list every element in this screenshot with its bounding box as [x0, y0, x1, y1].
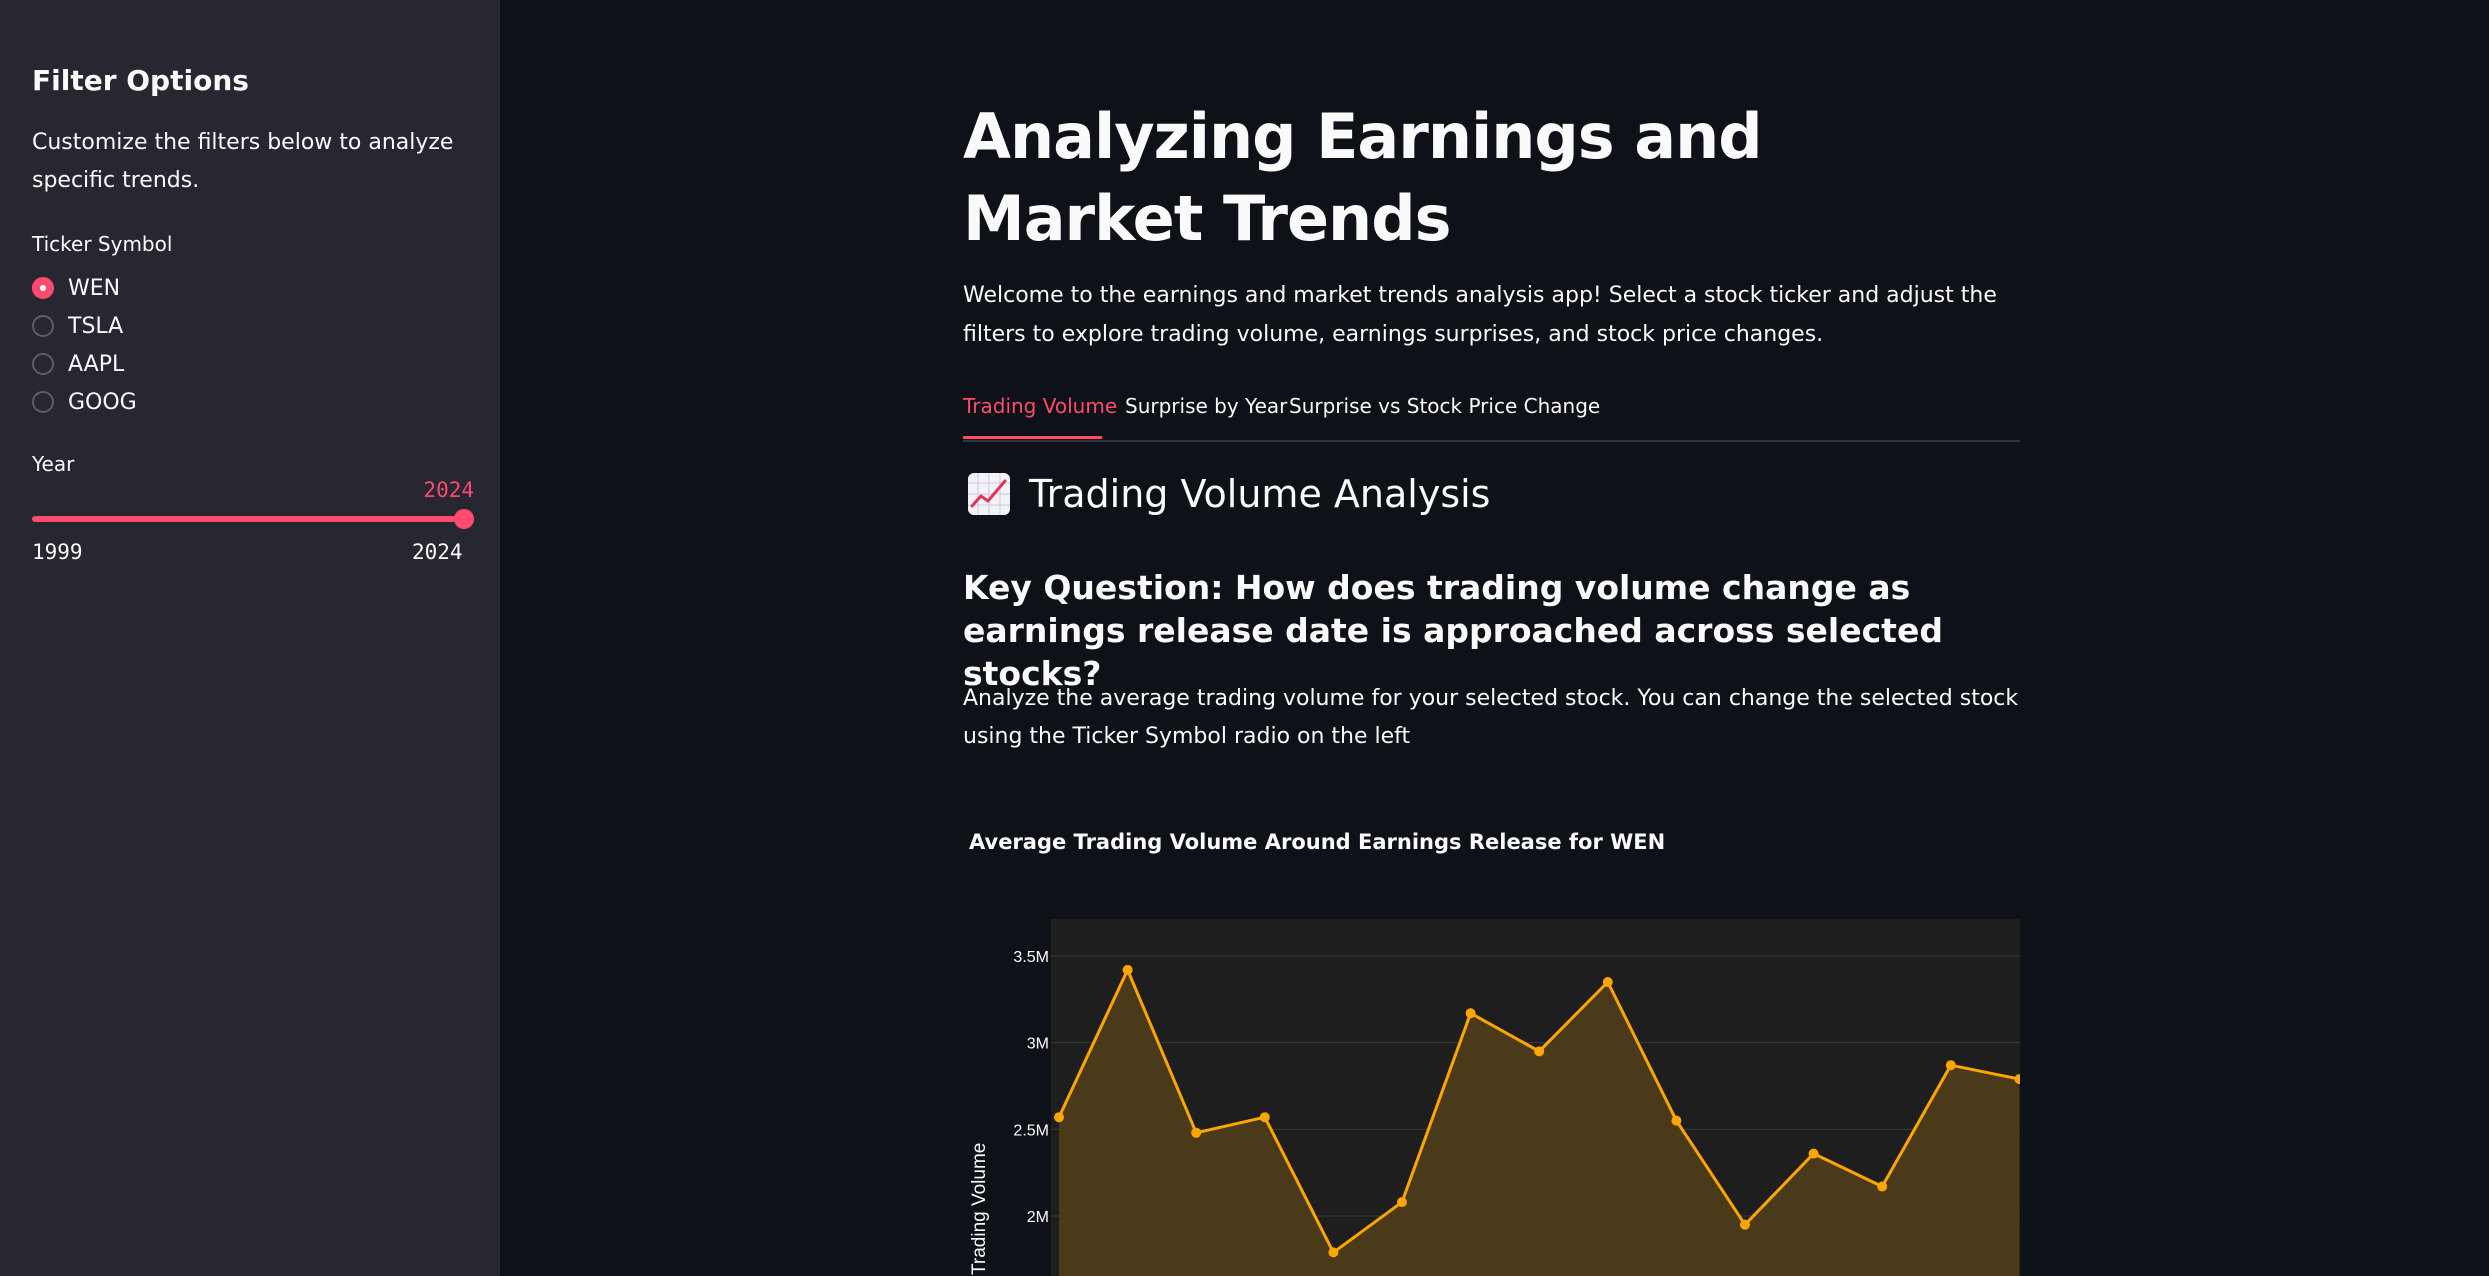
year-slider-value: 2024	[423, 478, 474, 502]
radio-ticker-aapl[interactable]: AAPL	[32, 349, 124, 379]
y-axis-label: Trading Volume	[969, 1143, 990, 1275]
data-point[interactable]	[1328, 1247, 1339, 1258]
data-point[interactable]	[1740, 1219, 1750, 1230]
radio-unselected-icon[interactable]	[32, 391, 54, 413]
tab-trading-volume[interactable]: Trading Volume	[963, 394, 1117, 418]
radio-label: GOOG	[68, 389, 137, 415]
key-question: Key Question: How does trading volume ch…	[963, 568, 1943, 693]
data-point[interactable]	[1945, 1060, 1956, 1071]
radio-label: AAPL	[68, 351, 125, 377]
y-tick-label: 2M	[1027, 1209, 1049, 1226]
section-heading-text: Trading Volume Analysis	[1029, 472, 1491, 516]
section-paragraph: Analyze the average trading volume for y…	[963, 686, 2019, 749]
year-label: Year	[32, 452, 75, 476]
tab-bar: Trading Volume Surprise by Year Surprise…	[963, 386, 2020, 442]
trading-volume-chart[interactable]: 3.5M 3M 2.5M 2M Trading Volume	[963, 900, 2020, 1276]
radio-label: TSLA	[68, 313, 124, 339]
ticker-symbol-label: Ticker Symbol	[32, 232, 173, 256]
data-point[interactable]	[1191, 1127, 1202, 1138]
main-content: Analyzing Earnings and Market Trends Wel…	[963, 0, 2020, 1276]
data-point[interactable]	[1877, 1181, 1888, 1192]
radio-ticker-tsla[interactable]: TSLA	[32, 311, 123, 341]
tab-surprise-vs-stock-price-change[interactable]: Surprise vs Stock Price Change	[1289, 394, 1600, 418]
data-point[interactable]	[1122, 964, 1133, 975]
sidebar-description: Customize the filters below to analyze s…	[32, 130, 454, 193]
data-point[interactable]	[1602, 977, 1613, 987]
active-tab-indicator	[963, 436, 1102, 439]
sidebar-title: Filter Options	[32, 64, 249, 97]
section-heading: Trading Volume Analysis	[967, 472, 1490, 516]
data-point[interactable]	[1671, 1115, 1682, 1126]
data-point[interactable]	[1808, 1148, 1819, 1159]
tab-surprise-by-year[interactable]: Surprise by Year	[1125, 394, 1287, 418]
data-point[interactable]	[1397, 1197, 1407, 1208]
radio-ticker-goog[interactable]: GOOG	[32, 387, 137, 417]
data-point[interactable]	[1465, 1008, 1476, 1019]
radio-label: WEN	[68, 275, 121, 301]
y-tick-label: 3.5M	[1013, 949, 1049, 966]
year-slider-min: 1999	[32, 540, 83, 564]
radio-unselected-icon[interactable]	[32, 353, 54, 375]
data-point[interactable]	[1534, 1046, 1545, 1057]
page-title: Analyzing Earnings and Market Trends	[963, 100, 1763, 255]
chart-increasing-icon	[968, 473, 1010, 515]
intro-text: Welcome to the earnings and market trend…	[963, 283, 1997, 347]
data-point[interactable]	[1259, 1112, 1270, 1123]
radio-unselected-icon[interactable]	[32, 315, 54, 337]
data-point[interactable]	[1054, 1112, 1064, 1123]
year-slider-track[interactable]	[32, 516, 464, 522]
y-tick-label: 2.5M	[1013, 1122, 1049, 1139]
radio-ticker-wen[interactable]: WEN	[32, 273, 120, 303]
y-tick-label: 3M	[1027, 1036, 1049, 1053]
radio-selected-icon[interactable]	[32, 277, 54, 299]
year-slider-max: 2024	[412, 540, 463, 564]
chart-title: Average Trading Volume Around Earnings R…	[969, 830, 1666, 854]
year-slider-thumb[interactable]	[454, 509, 474, 529]
sidebar: Filter Options Customize the filters bel…	[0, 0, 500, 1276]
